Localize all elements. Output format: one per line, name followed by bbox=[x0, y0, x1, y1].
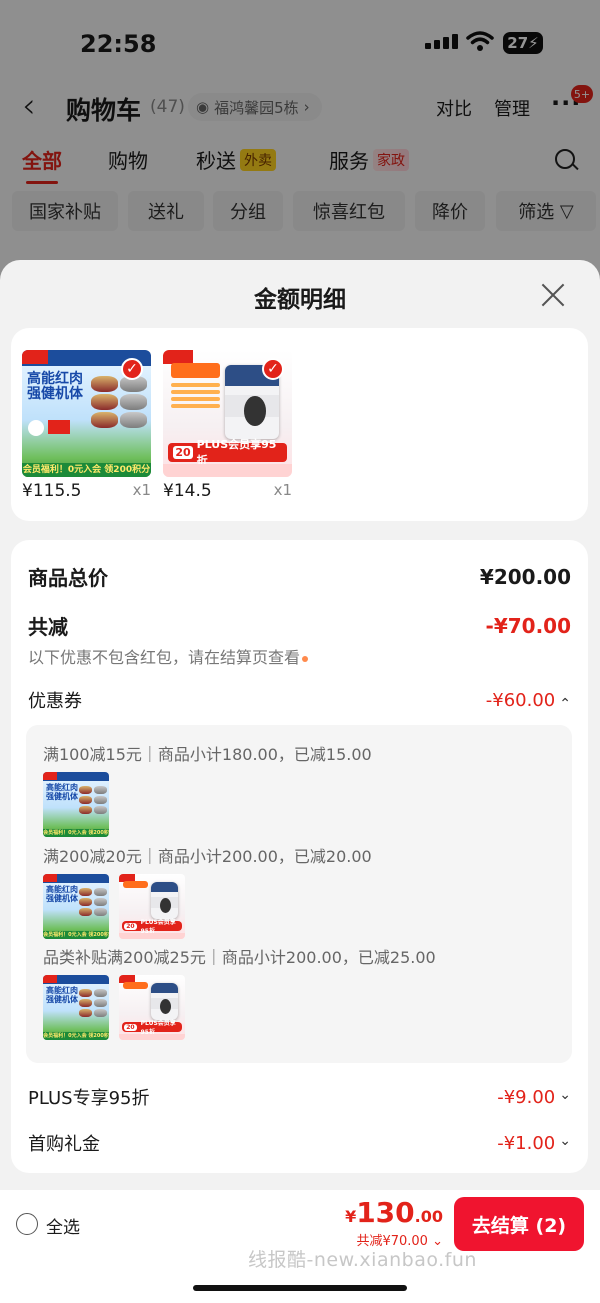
coupon-value: -¥60.00 bbox=[485, 689, 556, 711]
sheet-title: 金额明细 bbox=[254, 287, 346, 313]
total-row: 商品总价 ¥200.00 bbox=[28, 562, 571, 591]
amount-detail-sheet: 金额明细 高能红肉 强健机体 会员福利！0元入会 领200积分 ✓ ¥115.5 … bbox=[0, 260, 600, 1303]
discount-value: -¥70.00 bbox=[485, 613, 571, 638]
close-icon[interactable] bbox=[540, 282, 566, 308]
hint-dot-icon bbox=[302, 655, 309, 662]
select-all-radio[interactable] bbox=[16, 1213, 38, 1235]
plus-discount-value: -¥9.00 bbox=[497, 1086, 556, 1108]
select-all-label[interactable]: 全选 bbox=[46, 1213, 80, 1238]
watermark: 线报酷-new.xianbao.fun bbox=[248, 1249, 477, 1271]
discount-row: 共减 -¥70.00 bbox=[28, 611, 571, 640]
product-price: ¥14.5 bbox=[163, 481, 212, 501]
selected-products-card: 高能红肉 强健机体 会员福利！0元入会 领200积分 ✓ ¥115.5 x1 20… bbox=[11, 328, 588, 521]
ziwi-product-image: 高能红肉 强健机体 会员福利！0元入会 领200积分 ✓ bbox=[22, 350, 151, 477]
total-value: ¥200.00 bbox=[479, 564, 571, 589]
ziwi-product-thumb: 高能红肉强健机体 会员福利！0元入会 领200积分 bbox=[43, 874, 109, 939]
chevron-down-icon bbox=[555, 1088, 571, 1107]
total-integer: 130 bbox=[356, 1196, 415, 1229]
chevron-down-icon bbox=[555, 1134, 571, 1153]
coupon-row[interactable]: 优惠券 -¥60.00 bbox=[28, 687, 571, 713]
first-purchase-label: 首购礼金 bbox=[28, 1134, 100, 1155]
checkout-bar: 全选 ¥130.00 共减¥70.00 ⌄ 去结算 (2) 线报酷-new.xi… bbox=[0, 1190, 600, 1303]
ziwi-product-thumb: 高能红肉强健机体 会员福利！0元入会 领200积分 bbox=[43, 772, 109, 837]
check-icon: ✓ bbox=[121, 358, 143, 380]
discount-label: 共减 bbox=[28, 615, 68, 639]
product-qty: x1 bbox=[273, 481, 292, 499]
coupon-detail-line: 满200减20元｜商品小计200.00，已减20.00 bbox=[43, 847, 372, 866]
plus-discount-value-group: -¥9.00 bbox=[497, 1087, 571, 1108]
product-headline: 高能红肉 强健机体 bbox=[27, 371, 83, 403]
product-item[interactable]: 20 PLUS会员享95折 ✓ ¥14.5 x1 bbox=[163, 350, 292, 501]
coupon-detail-line: 品类补贴满200减25元｜商品小计200.00，已减25.00 bbox=[43, 948, 436, 967]
discount-hint-text: 以下优惠不包含红包，请在结算页查看 bbox=[28, 648, 301, 667]
currency-symbol: ¥ bbox=[345, 1207, 357, 1226]
plus-discount-row[interactable]: PLUS专享95折 -¥9.00 bbox=[28, 1084, 571, 1110]
product-price: ¥115.5 bbox=[22, 481, 82, 501]
coupon-detail-line: 满100减15元｜商品小计180.00，已减15.00 bbox=[43, 745, 372, 764]
sheet-header: 金额明细 bbox=[0, 260, 600, 330]
solution-product-thumb: 20PLUS会员享95折 bbox=[119, 874, 185, 939]
total-label: 商品总价 bbox=[28, 566, 108, 590]
total-price: ¥130.00 bbox=[345, 1196, 443, 1229]
solution-product-thumb: 20PLUS会员享95折 bbox=[119, 975, 185, 1040]
first-purchase-value-group: -¥1.00 bbox=[497, 1133, 571, 1154]
solution-product-image: 20 PLUS会员享95折 ✓ bbox=[163, 350, 292, 477]
first-purchase-value: -¥1.00 bbox=[497, 1132, 556, 1154]
product-qty: x1 bbox=[132, 481, 151, 499]
checkout-button[interactable]: 去结算 (2) bbox=[454, 1197, 584, 1251]
total-decimal: .00 bbox=[414, 1207, 443, 1226]
price-summary-card: 商品总价 ¥200.00 共减 -¥70.00 以下优惠不包含红包，请在结算页查… bbox=[11, 540, 588, 1173]
discount-hint: 以下优惠不包含红包，请在结算页查看 bbox=[28, 644, 309, 668]
product-item[interactable]: 高能红肉 强健机体 会员福利！0元入会 领200积分 ✓ ¥115.5 x1 bbox=[22, 350, 151, 501]
plus-discount-label: PLUS专享95折 bbox=[28, 1088, 150, 1109]
coupon-detail-box: 满100减15元｜商品小计180.00，已减15.00 高能红肉 强健机体 会员福… bbox=[26, 725, 572, 1063]
coupon-value-group: -¥60.00 bbox=[486, 690, 571, 711]
coupon-label: 优惠券 bbox=[28, 691, 82, 712]
ziwi-product-thumb: 高能红肉强健机体 会员福利！0元入会 领200积分 bbox=[43, 975, 109, 1040]
chevron-up-icon bbox=[555, 691, 571, 710]
check-icon: ✓ bbox=[262, 358, 284, 380]
first-purchase-row[interactable]: 首购礼金 -¥1.00 bbox=[28, 1130, 571, 1156]
home-indicator bbox=[193, 1285, 407, 1291]
